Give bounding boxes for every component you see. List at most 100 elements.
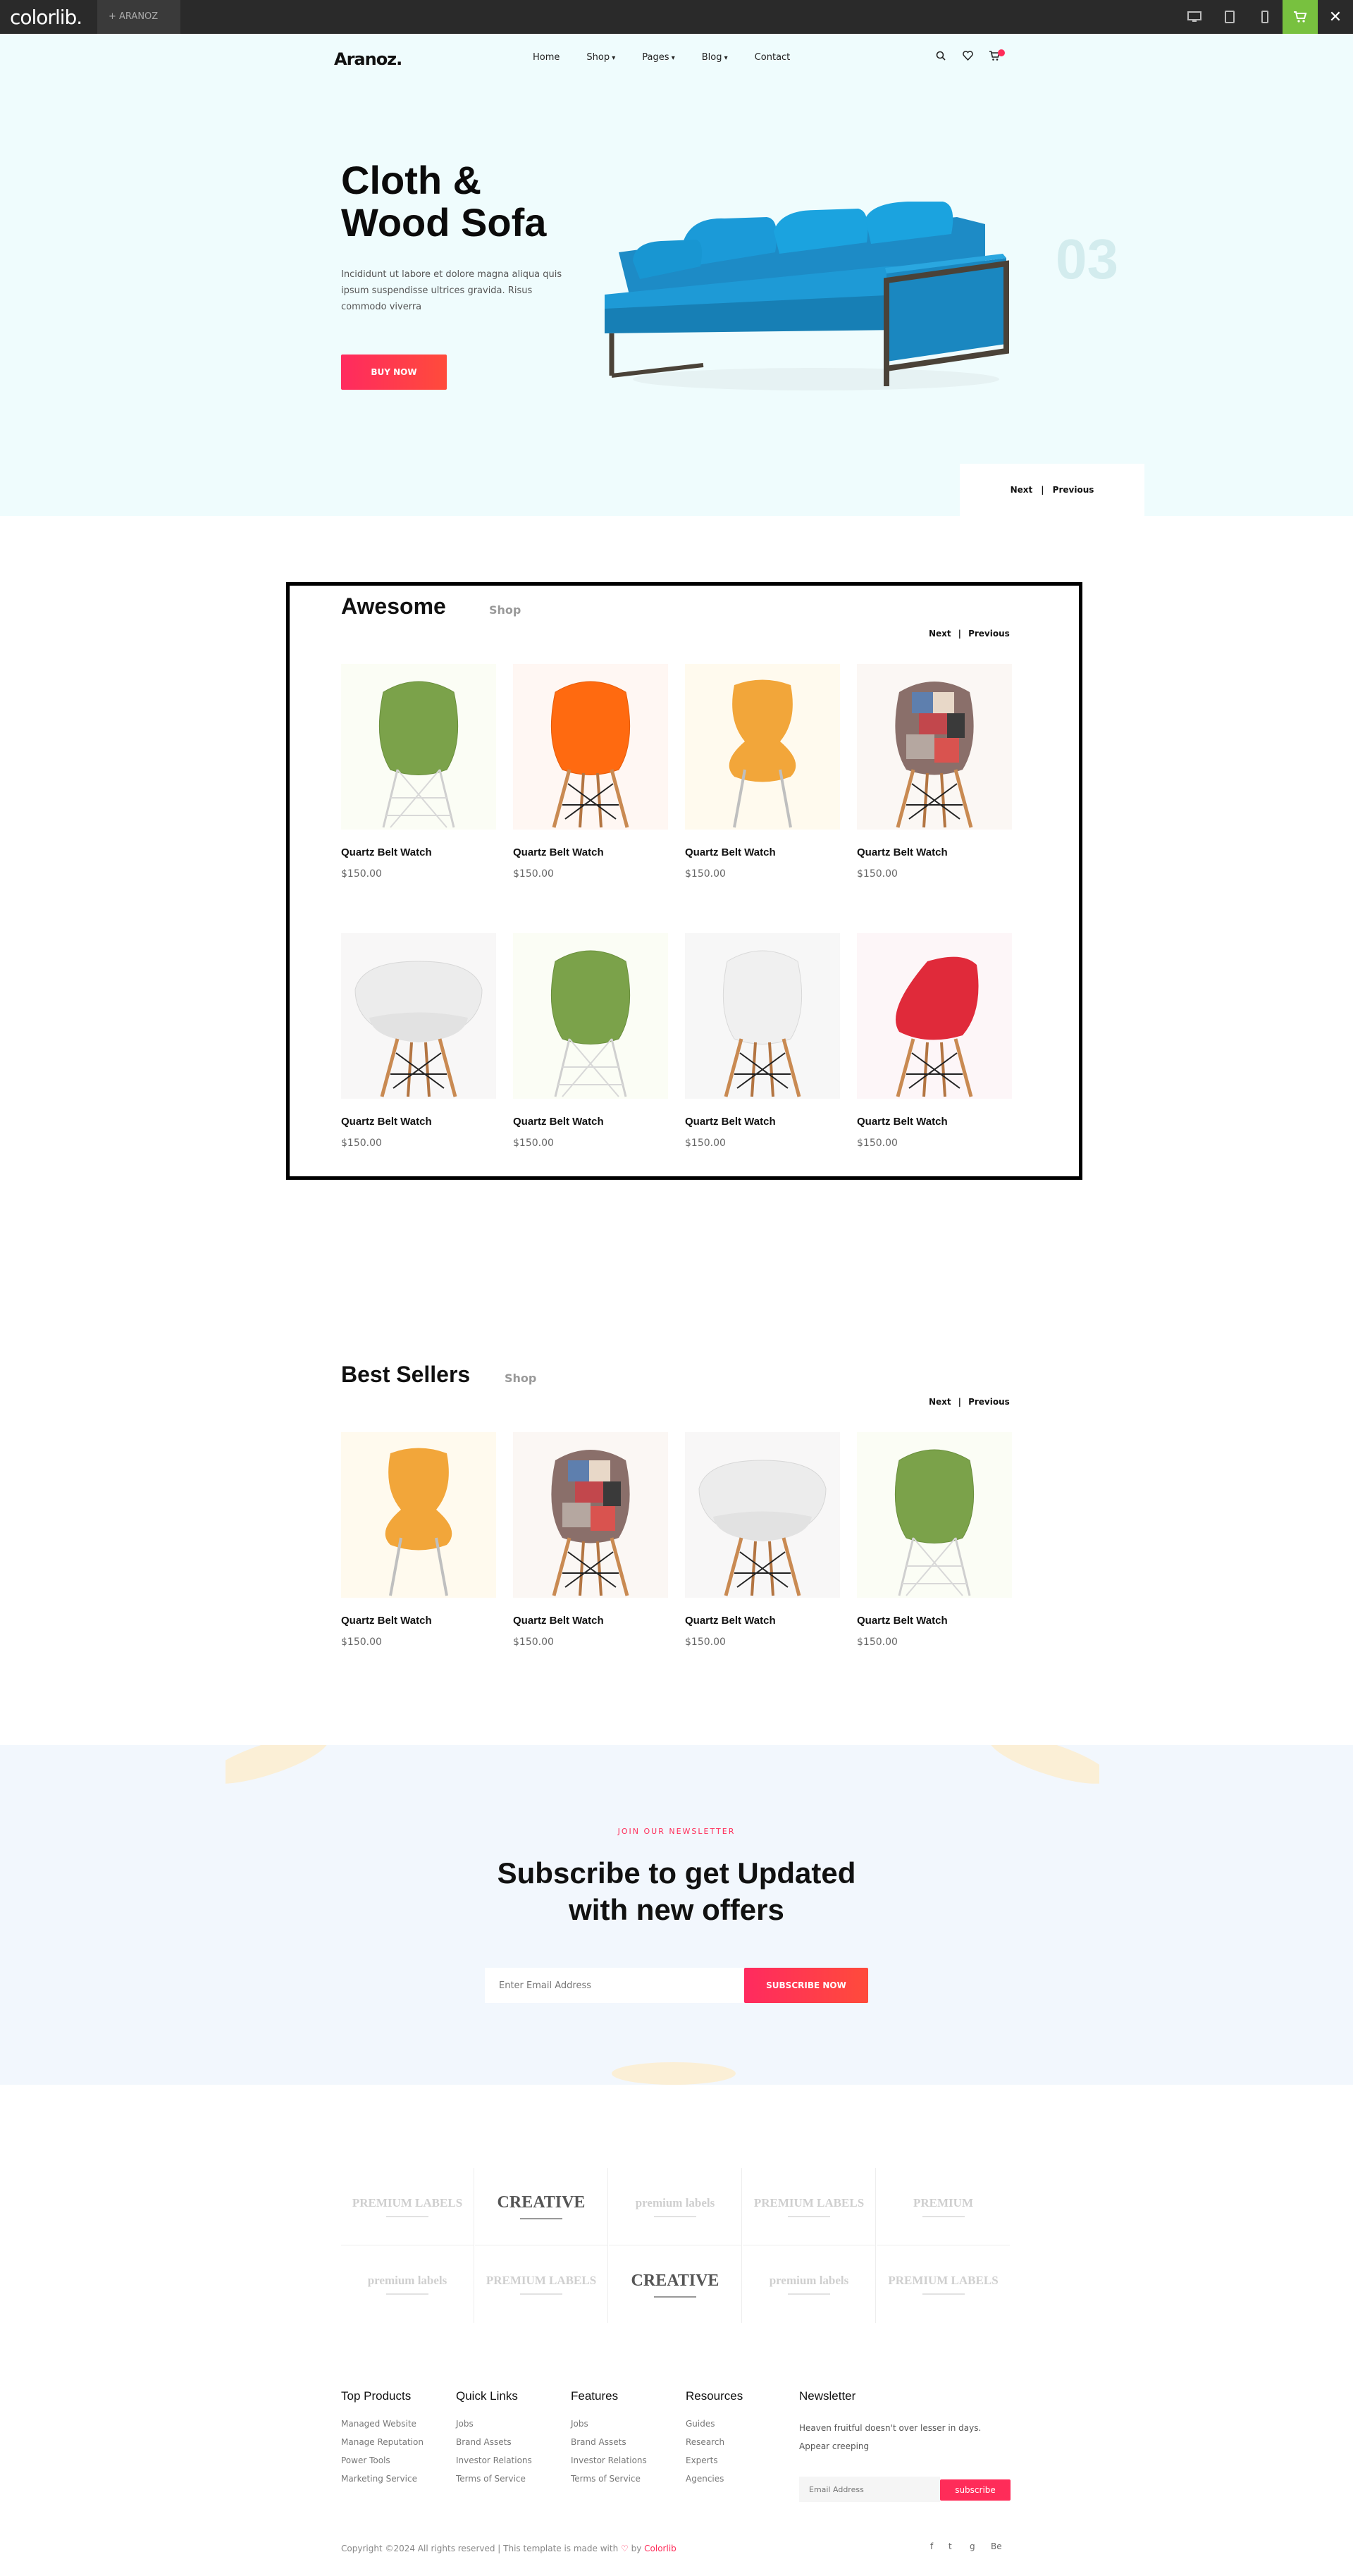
product-image[interactable] — [513, 1432, 668, 1598]
colorlib-logo[interactable]: colorlib. — [10, 6, 82, 29]
hero-next-link[interactable]: Next — [1011, 485, 1033, 495]
product-name[interactable]: Quartz Belt Watch — [341, 1116, 496, 1128]
footer-link[interactable]: Managed Website — [341, 2415, 424, 2433]
newsletter-email-input[interactable] — [485, 1968, 744, 2003]
footer-link[interactable]: Jobs — [456, 2415, 532, 2433]
mobile-view-icon[interactable] — [1247, 0, 1283, 34]
subscribe-now-button[interactable]: SUBSCRIBE NOW — [744, 1968, 868, 2003]
product-image[interactable] — [341, 664, 496, 830]
brand-logo-label: PREMIUM LABELS — [352, 2195, 463, 2210]
product-price: $150.00 — [341, 1138, 382, 1149]
footer-link[interactable]: Brand Assets — [456, 2433, 532, 2451]
product-image[interactable] — [685, 1432, 840, 1598]
product-name[interactable]: Quartz Belt Watch — [513, 846, 668, 858]
nav-blog[interactable]: Blog — [702, 52, 728, 63]
product-card[interactable]: Quartz Belt Watch $150.00 — [513, 1432, 668, 1648]
product-image[interactable] — [685, 664, 840, 830]
footer-email-input[interactable] — [799, 2477, 940, 2502]
newsletter-title-line2: with new offers — [569, 1893, 784, 1926]
product-card[interactable]: Quartz Belt Watch $150.00 — [341, 933, 496, 1149]
nav-contact[interactable]: Contact — [755, 52, 791, 63]
globe-icon[interactable]: g — [970, 2541, 975, 2551]
product-image[interactable] — [685, 933, 840, 1099]
product-card[interactable]: Quartz Belt Watch $150.00 — [857, 933, 1012, 1149]
footer-link[interactable]: Research — [686, 2433, 743, 2451]
product-image[interactable] — [857, 664, 1012, 830]
brand-logo: PREMIUM LABELS — [475, 2245, 608, 2323]
product-image[interactable] — [513, 933, 668, 1099]
product-card[interactable]: Quartz Belt Watch $150.00 — [857, 1432, 1012, 1648]
hero-title-line1: Cloth & — [341, 158, 482, 202]
site-logo[interactable]: Aranoz. — [334, 49, 402, 69]
product-name[interactable]: Quartz Belt Watch — [857, 846, 1012, 858]
product-card[interactable]: Quartz Belt Watch $150.00 — [685, 1432, 840, 1648]
buy-now-button[interactable]: BUY NOW — [341, 355, 447, 390]
brand-logo-rule — [654, 2295, 696, 2298]
desktop-view-icon[interactable] — [1177, 0, 1212, 34]
product-card[interactable]: Quartz Belt Watch $150.00 — [513, 664, 668, 880]
brand-logos-grid: PREMIUM LABELS CREATIVE premium labels PREM… — [341, 2168, 1012, 2323]
product-name[interactable]: Quartz Belt Watch — [513, 1615, 668, 1627]
heart-icon[interactable] — [963, 51, 973, 63]
best-sellers-next-link[interactable]: Next — [929, 1397, 951, 1407]
footer-link[interactable]: Jobs — [571, 2415, 647, 2433]
footer-link[interactable]: Brand Assets — [571, 2433, 647, 2451]
product-name[interactable]: Quartz Belt Watch — [685, 1615, 840, 1627]
search-icon[interactable] — [936, 51, 946, 63]
product-card[interactable]: Quartz Belt Watch $150.00 — [513, 933, 668, 1149]
awesome-previous-link[interactable]: Previous — [968, 629, 1010, 639]
product-card[interactable]: Quartz Belt Watch $150.00 — [341, 1432, 496, 1648]
nav-home[interactable]: Home — [533, 52, 560, 63]
brand-logo-label: CREATIVE — [497, 2193, 586, 2212]
hero-description: Incididunt ut labore et dolore magna ali… — [341, 269, 562, 312]
product-card[interactable]: Quartz Belt Watch $150.00 — [857, 664, 1012, 880]
product-name[interactable]: Quartz Belt Watch — [513, 1116, 668, 1128]
buy-theme-cart-icon[interactable] — [1283, 0, 1318, 34]
sofa-image — [605, 202, 1009, 390]
lamp-left-decoration — [226, 1745, 328, 1784]
product-image[interactable] — [857, 1432, 1012, 1598]
theme-tab[interactable]: + ARANOZ — [97, 0, 180, 34]
hero-previous-link[interactable]: Previous — [1053, 485, 1094, 495]
product-name[interactable]: Quartz Belt Watch — [341, 1615, 496, 1627]
best-sellers-previous-link[interactable]: Previous — [968, 1397, 1010, 1407]
brand-logo-label: premium labels — [635, 2195, 715, 2210]
twitter-icon[interactable]: t — [949, 2541, 952, 2551]
colorlib-link[interactable]: Colorlib — [644, 2544, 676, 2553]
brand-logo-rule — [788, 2293, 830, 2295]
nav-shop[interactable]: Shop — [586, 52, 615, 63]
brand-logo: CREATIVE — [609, 2245, 742, 2323]
product-name[interactable]: Quartz Belt Watch — [341, 846, 496, 858]
product-name[interactable]: Quartz Belt Watch — [685, 1116, 840, 1128]
footer-link[interactable]: Experts — [686, 2451, 743, 2470]
lamp-right-decoration — [989, 1745, 1099, 1784]
footer-link[interactable]: Investor Relations — [571, 2451, 647, 2470]
footer-link[interactable]: Marketing Service — [341, 2470, 424, 2488]
product-name[interactable]: Quartz Belt Watch — [857, 1116, 1012, 1128]
footer-link[interactable]: Agencies — [686, 2470, 743, 2488]
product-image[interactable] — [341, 933, 496, 1099]
product-name[interactable]: Quartz Belt Watch — [685, 846, 840, 858]
footer-link[interactable]: Manage Reputation — [341, 2433, 424, 2451]
product-name[interactable]: Quartz Belt Watch — [857, 1615, 1012, 1627]
product-card[interactable]: Quartz Belt Watch $150.00 — [685, 664, 840, 880]
tablet-view-icon[interactable] — [1212, 0, 1247, 34]
product-card[interactable]: Quartz Belt Watch $150.00 — [341, 664, 496, 880]
footer-link[interactable]: Terms of Service — [571, 2470, 647, 2488]
brand-logo: PREMIUM LABELS — [341, 2168, 474, 2245]
footer-subscribe-button[interactable]: subscribe — [940, 2479, 1011, 2501]
product-image[interactable] — [513, 664, 668, 830]
product-price: $150.00 — [513, 1637, 554, 1648]
product-image[interactable] — [341, 1432, 496, 1598]
facebook-icon[interactable]: f — [930, 2541, 933, 2551]
footer-link[interactable]: Guides — [686, 2415, 743, 2433]
close-icon[interactable]: ✕ — [1318, 0, 1353, 34]
behance-icon[interactable]: Be — [991, 2541, 1002, 2551]
footer-link[interactable]: Investor Relations — [456, 2451, 532, 2470]
product-card[interactable]: Quartz Belt Watch $150.00 — [685, 933, 840, 1149]
footer-link[interactable]: Terms of Service — [456, 2470, 532, 2488]
nav-pages[interactable]: Pages — [642, 52, 674, 63]
footer-link[interactable]: Power Tools — [341, 2451, 424, 2470]
awesome-next-link[interactable]: Next — [929, 629, 951, 639]
product-image[interactable] — [857, 933, 1012, 1099]
